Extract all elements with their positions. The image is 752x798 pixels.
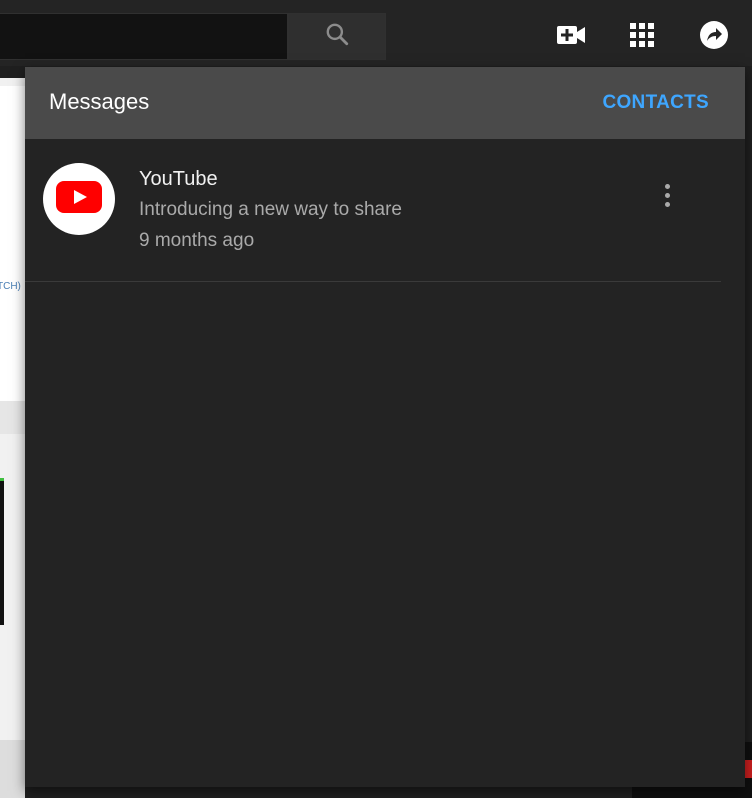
search-icon xyxy=(324,21,350,52)
search-input[interactable] xyxy=(0,13,288,60)
create-video-icon xyxy=(556,24,586,51)
messages-title: Messages xyxy=(49,89,150,114)
background-link-text: TCH) xyxy=(0,281,21,292)
top-bar xyxy=(0,0,752,66)
messages-popup: Messages CONTACTS YouTube Introducing a … xyxy=(25,67,745,787)
background-footer xyxy=(0,740,25,798)
background-badge xyxy=(744,760,752,778)
background-page: TCH) xyxy=(0,78,25,798)
message-sender: YouTube xyxy=(139,168,218,190)
message-preview: Introducing a new way to share xyxy=(139,199,402,220)
messages-button[interactable] xyxy=(698,20,730,55)
avatar xyxy=(43,163,115,235)
share-arrow-icon xyxy=(699,20,729,55)
message-item[interactable]: YouTube Introducing a new way to share 9… xyxy=(25,139,721,282)
background-thumbnail xyxy=(0,478,4,625)
youtube-logo-icon xyxy=(56,180,102,218)
search-button[interactable] xyxy=(288,13,386,60)
apps-grid-icon xyxy=(629,22,655,53)
more-vert-icon xyxy=(664,183,670,189)
background-card xyxy=(0,86,25,401)
more-options-button[interactable] xyxy=(655,177,679,213)
contacts-button[interactable]: CONTACTS xyxy=(602,92,709,114)
messages-header: Messages CONTACTS xyxy=(25,67,745,139)
background-band xyxy=(0,401,25,434)
message-time: 9 months ago xyxy=(139,230,255,251)
create-video-button[interactable] xyxy=(555,21,587,53)
apps-button[interactable] xyxy=(626,21,658,53)
